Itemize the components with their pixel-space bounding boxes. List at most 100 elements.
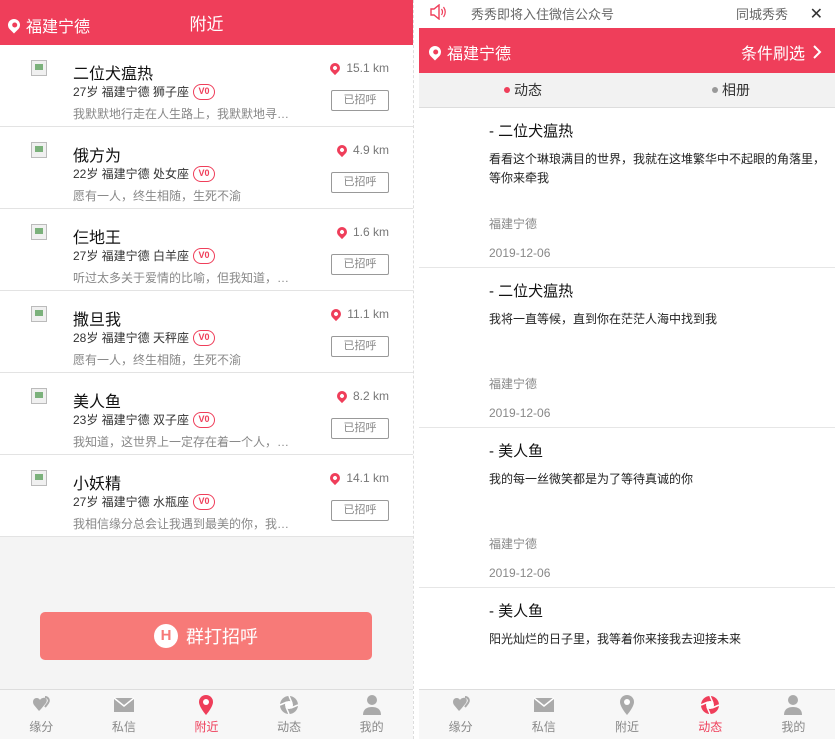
avatar[interactable] [31,306,47,322]
user-meta-text: 23岁 福建宁德 双子座 [73,413,190,427]
user-name: 撒旦我 [73,312,122,329]
user-intro: 愿有一人，终生相随，生死不渝 [73,189,242,203]
user-meta: 27岁 福建宁德 白羊座 V0 [73,247,216,264]
tab-profile[interactable]: 我的 [752,690,835,739]
user-meta-text: 27岁 福建宁德 水瓶座 [73,495,190,509]
distance-value: 8.2 km [352,389,389,403]
vip-badge-icon: V0 [193,411,216,428]
user-icon [361,694,383,716]
tab-label: 缘分 [29,720,54,734]
location-selector[interactable]: 福建宁德 [426,40,512,64]
post-location: 福建宁德 [489,537,538,551]
post-author[interactable]: - 美人鱼 [489,440,543,461]
avatar[interactable] [31,470,47,486]
distance: 4.9 km [334,142,389,158]
greet-button[interactable]: 已招呼 [331,336,389,357]
user-name: 小妖精 [73,476,122,493]
tab-messages[interactable]: 私信 [83,690,166,739]
tab-nearby[interactable]: 附近 [165,690,248,739]
tab-label: 我的 [781,720,806,734]
nearby-screen: 福建宁德 附近 二位犬瘟热 27岁 福建宁德 狮子座 V0 我默默地行走在人生路上，我… [0,0,413,739]
user-list-item[interactable]: 撒旦我 28岁 福建宁德 天秤座 V0 愿有一人，终生相随，生死不渝 11.1 km 已招… [0,291,413,373]
avatar[interactable] [31,60,47,76]
group-greet-label: 群打招呼 [186,627,258,647]
vip-badge-icon: V0 [193,329,216,346]
location-selector[interactable]: 福建宁德 [5,13,90,37]
shutter-icon [699,694,721,716]
tab-match[interactable]: 缘分 [0,690,83,739]
user-meta: 27岁 福建宁德 水瓶座 V0 [73,493,216,510]
post-item[interactable]: - 二位犬瘟热 看看这个琳琅满目的世界，我就在这堆繁华中不起眼的角落里，等你来牵我… [419,108,835,268]
close-icon[interactable]: ✕ [810,4,823,24]
user-list-item[interactable]: 俄方为 22岁 福建宁德 处女座 V0 愿有一人，终生相随，生死不渝 4.9 km 已招呼 [0,127,413,209]
tab-dynamic[interactable]: 动态 [419,73,627,107]
location-pin-icon [328,470,343,486]
post-author[interactable]: - 二位犬瘟热 [489,280,573,301]
user-list-item[interactable]: 美人鱼 23岁 福建宁德 双子座 V0 我知道，这世界上一定存在着一个人，… 8.2 k… [0,373,413,455]
avatar[interactable] [31,142,47,158]
user-intro: 听过太多关于爱情的比喻，但我知道，… [73,271,290,285]
distance-value: 1.6 km [352,225,389,239]
vip-badge-icon: V0 [193,247,216,264]
user-list-item[interactable]: 小妖精 27岁 福建宁德 水瓶座 V0 我相信缘分总会让我遇到最美的你，我… 14.1 … [0,455,413,537]
post-location: 福建宁德 [489,217,538,231]
user-list-item[interactable]: 二位犬瘟热 27岁 福建宁德 狮子座 V0 我默默地行走在人生路上，我默默地寻… 15.… [0,45,413,127]
distance: 8.2 km [334,388,389,404]
location-pin-icon [328,60,343,76]
location-pin-icon [334,142,350,158]
user-name: 美人鱼 [73,394,122,411]
greet-button[interactable]: 已招呼 [331,418,389,439]
location-pin-icon [334,388,350,404]
group-greet-button[interactable]: H 群打招呼 [40,612,372,660]
tab-album[interactable]: 相册 [627,73,835,107]
bottom-tabbar: 缘分 私信 附近 动态 我的 [419,689,835,739]
user-meta-text: 27岁 福建宁德 白羊座 [73,249,190,263]
tab-album-label: 相册 [722,82,750,98]
post-date: 2019-12-06 [489,566,551,580]
post-item[interactable]: - 二位犬瘟热 我将一直等候，直到你在茫茫人海中找到我 福建宁德 2019-12-06 [419,268,835,428]
location-label: 福建宁德 [447,46,512,63]
user-name: 二位犬瘟热 [73,66,154,83]
notice-bar: 秀秀即将入住微信公众号 同城秀秀 ✕ [419,0,835,27]
distance: 15.1 km [328,60,389,76]
post-list: - 二位犬瘟热 看看这个琳琅满目的世界，我就在这堆繁华中不起眼的角落里，等你来牵我… [419,108,835,739]
tab-match[interactable]: 缘分 [419,690,502,739]
post-content: 阳光灿烂的日子里，我等着你来接我去迎接未来 [489,632,742,646]
tab-label: 私信 [111,720,136,734]
distance: 1.6 km [334,224,389,240]
greet-button[interactable]: 已招呼 [331,500,389,521]
tab-messages[interactable]: 私信 [502,690,585,739]
user-list-item[interactable]: 仨地王 27岁 福建宁德 白羊座 V0 听过太多关于爱情的比喻，但我知道，… 1.6 k… [0,209,413,291]
tab-moments[interactable]: 动态 [669,690,752,739]
mail-icon [113,694,135,716]
post-author[interactable]: - 二位犬瘟热 [489,120,573,141]
active-dot-icon [504,87,510,93]
greet-button[interactable]: 已招呼 [331,254,389,275]
post-item[interactable]: - 美人鱼 我的每一丝微笑都是为了等待真诚的你 福建宁德 2019-12-06 [419,428,835,588]
post-author[interactable]: - 美人鱼 [489,600,543,621]
user-meta-text: 27岁 福建宁德 狮子座 [73,85,190,99]
chevron-right-icon [813,45,822,59]
tab-profile[interactable]: 我的 [330,690,413,739]
user-meta-text: 28岁 福建宁德 天秤座 [73,331,190,345]
filter-button[interactable]: 条件刷选 [741,40,823,64]
location-pin-icon [334,224,350,240]
avatar[interactable] [31,224,47,240]
greet-icon: H [154,624,178,648]
mail-icon [533,694,555,716]
inactive-dot-icon [712,87,718,93]
tab-nearby[interactable]: 附近 [585,690,668,739]
tab-moments[interactable]: 动态 [248,690,331,739]
distance-value: 15.1 km [346,61,389,75]
location-pin-icon [5,16,23,34]
greet-button[interactable]: 已招呼 [331,90,389,111]
location-icon [195,694,217,716]
greet-button[interactable]: 已招呼 [331,172,389,193]
avatar[interactable] [31,388,47,404]
tab-label: 缘分 [448,720,473,734]
tab-label: 动态 [277,720,302,734]
tab-label: 私信 [531,720,556,734]
tab-dynamic-label: 动态 [514,82,542,98]
user-meta-text: 22岁 福建宁德 处女座 [73,167,190,181]
vip-badge-icon: V0 [193,83,216,100]
